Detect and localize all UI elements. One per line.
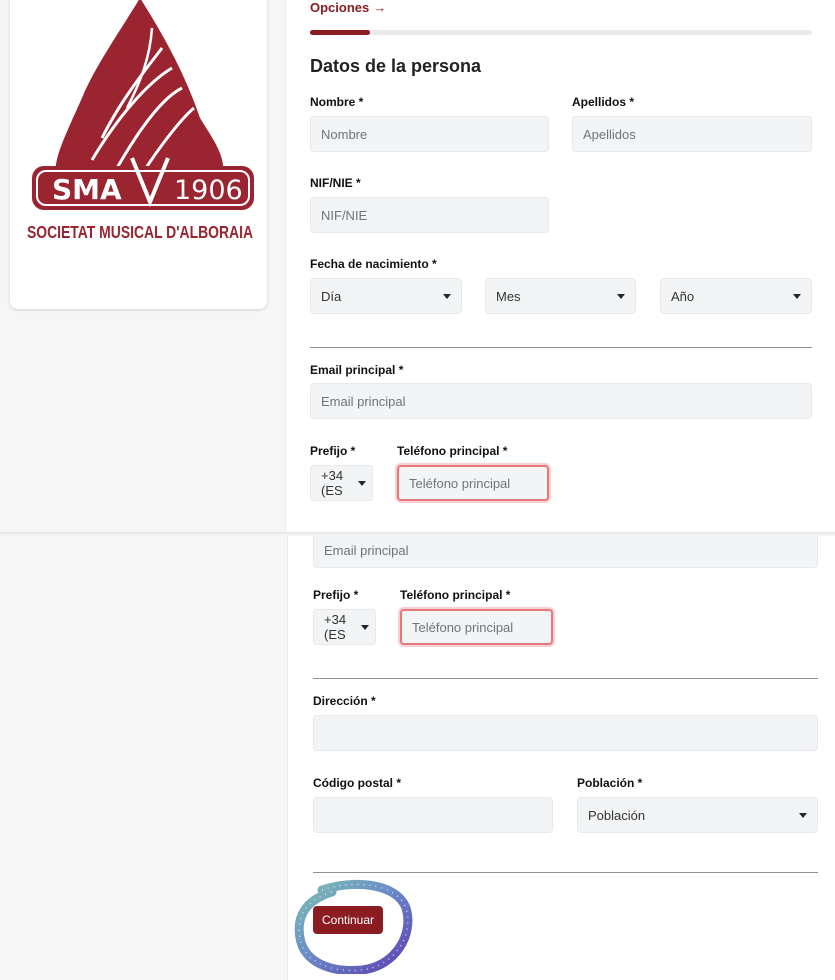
logo-letters: SMA <box>52 173 122 206</box>
telefono-input[interactable]: Teléfono principal <box>397 465 549 501</box>
apellidos-input[interactable]: Apellidos <box>572 116 812 152</box>
highlight-circle-annotation <box>294 879 413 974</box>
step-label: Opciones <box>310 0 370 15</box>
direccion-label: Dirección * <box>313 694 376 708</box>
apellidos-label: Apellidos * <box>572 95 635 109</box>
progress-bar <box>310 30 812 35</box>
poblacion-select[interactable]: Población <box>577 797 818 833</box>
email-input[interactable]: Email principal <box>310 383 812 419</box>
nombre-input[interactable]: Nombre <box>310 116 549 152</box>
chevron-down-icon <box>443 293 451 299</box>
email-input[interactable]: Email principal <box>313 536 818 568</box>
bottom-screenshot-panel: Email principal Prefijo * +34 (ES Teléfo… <box>0 536 835 980</box>
nombre-label: Nombre * <box>310 95 364 109</box>
poblacion-value: Población <box>588 807 646 823</box>
telefono-placeholder: Teléfono principal <box>412 619 514 635</box>
anio-select[interactable]: Año <box>660 278 812 314</box>
chevron-down-icon <box>793 293 801 299</box>
nombre-placeholder: Nombre <box>321 126 368 142</box>
telefono-label: Teléfono principal * <box>400 588 511 602</box>
divider <box>313 872 818 873</box>
logo-year: 1906 <box>174 175 243 206</box>
direccion-input[interactable] <box>313 715 818 751</box>
sma-logo: SMA 1906 SOCIETAT MUSICAL D'ALBORAIA <box>22 0 258 255</box>
prefijo-select[interactable]: +34 (ES <box>313 609 376 645</box>
top-screenshot-panel: SMA 1906 SOCIETAT MUSICAL D'ALBORAIA Opc… <box>0 0 835 532</box>
codigo-postal-label: Código postal * <box>313 776 401 790</box>
chevron-down-icon <box>361 624 369 630</box>
chevron-down-icon <box>799 812 807 818</box>
dia-select[interactable]: Día <box>310 278 462 314</box>
email-placeholder: Email principal <box>321 393 406 409</box>
codigo-postal-input[interactable] <box>313 797 553 833</box>
telefono-placeholder: Teléfono principal <box>409 475 511 491</box>
apellidos-placeholder: Apellidos <box>583 126 636 142</box>
nif-label: NIF/NIE * <box>310 176 361 190</box>
section-title: Datos de la persona <box>310 56 482 76</box>
prefijo-value: +34 (ES <box>324 612 347 642</box>
nif-input[interactable]: NIF/NIE <box>310 197 549 233</box>
sidebar <box>0 536 288 980</box>
divider <box>313 678 818 679</box>
logo-name: SOCIETAT MUSICAL D'ALBORAIA <box>27 222 253 242</box>
telefono-input[interactable]: Teléfono principal <box>400 609 553 645</box>
divider <box>310 347 812 348</box>
mes-select[interactable]: Mes <box>485 278 636 314</box>
arrow-right-icon: → <box>373 0 387 15</box>
sma-logo-graphic: SMA 1906 SOCIETAT MUSICAL D'ALBORAIA <box>27 0 254 242</box>
logo-card: SMA 1906 SOCIETAT MUSICAL D'ALBORAIA <box>10 0 267 309</box>
prefijo-select[interactable]: +34 (ES <box>310 465 373 501</box>
email-placeholder: Email principal <box>324 542 409 558</box>
chevron-down-icon <box>617 293 625 299</box>
prefijo-value: +34 (ES <box>321 468 344 498</box>
fecha-label: Fecha de nacimiento * <box>310 257 437 271</box>
step-link-opciones[interactable]: Opciones → <box>310 0 386 15</box>
poblacion-label: Población * <box>577 776 643 790</box>
chevron-down-icon <box>358 480 366 486</box>
dia-value: Día <box>321 288 342 304</box>
telefono-label: Teléfono principal * <box>397 444 508 458</box>
progress-fill <box>310 30 371 35</box>
mes-value: Mes <box>496 288 521 304</box>
prefijo-label: Prefijo * <box>310 444 356 458</box>
email-label: Email principal * <box>310 363 404 377</box>
nif-placeholder: NIF/NIE <box>321 207 368 223</box>
anio-value: Año <box>671 288 695 304</box>
prefijo-label: Prefijo * <box>313 588 359 602</box>
